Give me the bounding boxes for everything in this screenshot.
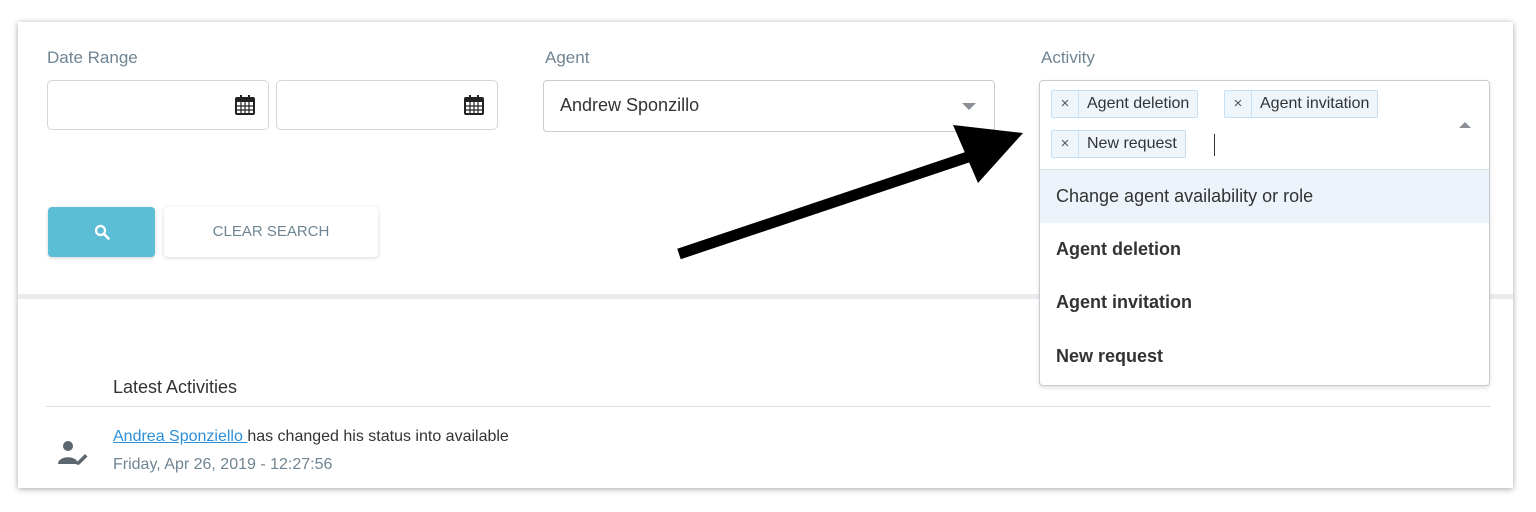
activity-user-link[interactable]: Andrea Sponziello: [113, 428, 247, 445]
date-range-label: Date Range: [47, 48, 138, 67]
search-icon: [94, 224, 110, 240]
search-button[interactable]: [48, 207, 155, 257]
calendar-icon[interactable]: [234, 94, 256, 116]
date-from-input[interactable]: [47, 80, 269, 130]
activity-label: Activity: [1041, 48, 1095, 67]
activity-tag-new-request: × New request: [1051, 130, 1186, 158]
remove-tag-icon[interactable]: ×: [1225, 91, 1252, 117]
activity-option-agent-invitation[interactable]: Agent invitation: [1040, 276, 1489, 329]
text-cursor: [1214, 134, 1215, 156]
remove-tag-icon[interactable]: ×: [1052, 131, 1079, 157]
activity-option-agent-deletion[interactable]: Agent deletion: [1040, 223, 1489, 276]
user-edit-icon: [58, 441, 88, 465]
activity-multiselect[interactable]: × Agent deletion × Agent invitation × New r…: [1039, 80, 1490, 386]
clear-search-button[interactable]: CLEAR SEARCH: [164, 207, 378, 257]
activity-tag-agent-invitation: × Agent invitation: [1224, 90, 1379, 118]
agent-select-value: Andrew Sponzillo: [560, 95, 700, 115]
date-to-input[interactable]: [276, 80, 498, 130]
divider: [46, 406, 1491, 407]
chevron-up-icon[interactable]: [1459, 122, 1471, 128]
agent-label: Agent: [545, 48, 590, 67]
activity-text: has changed his status into available: [247, 428, 509, 445]
activity-option-new-request[interactable]: New request: [1040, 330, 1489, 383]
activity-item: Andrea Sponziello has changed his status…: [113, 428, 509, 446]
activities-card: Date Range Agent Andrew Sponzillo Activi…: [18, 22, 1513, 488]
activity-option-change-availability[interactable]: Change agent availability or role: [1040, 170, 1489, 223]
activity-tag-agent-deletion: × Agent deletion: [1051, 90, 1199, 118]
agent-select[interactable]: Andrew Sponzillo: [543, 80, 995, 132]
latest-activities-title: Latest Activities: [113, 377, 238, 397]
remove-tag-icon[interactable]: ×: [1052, 91, 1079, 117]
chevron-down-icon[interactable]: [962, 103, 976, 110]
calendar-icon[interactable]: [463, 94, 485, 116]
activity-timestamp: Friday, Apr 26, 2019 - 12:27:56: [113, 456, 333, 473]
